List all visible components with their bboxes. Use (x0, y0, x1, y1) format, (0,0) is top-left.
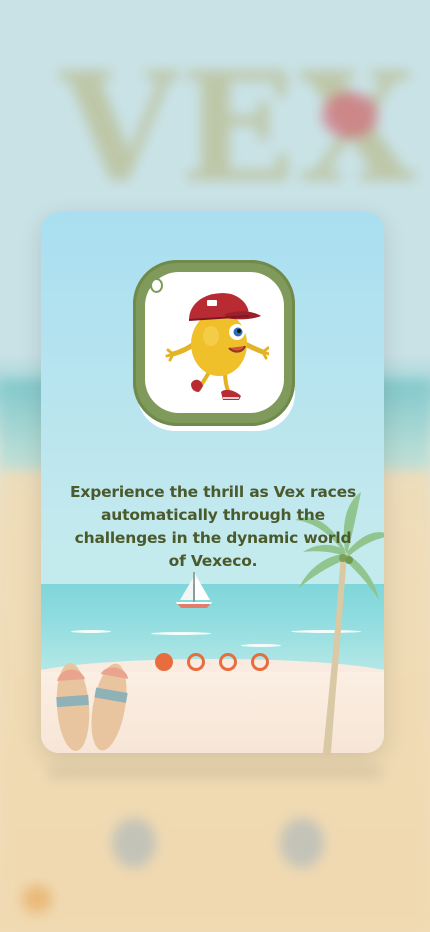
background-spot (22, 885, 52, 913)
page-dot-4[interactable] (251, 653, 269, 671)
logo-highlight (150, 278, 163, 293)
sailboat-icon (176, 572, 212, 608)
wave-foam (71, 630, 111, 633)
onboarding-description: Experience the thrill as Vex races autom… (70, 483, 356, 570)
page-dot-3[interactable] (219, 653, 237, 671)
wave-foam (151, 632, 211, 635)
page-dot-1[interactable] (155, 653, 173, 671)
page-indicator (155, 653, 269, 671)
vex-character-icon (165, 293, 269, 400)
background-button-left (112, 818, 156, 868)
background-hat (322, 92, 378, 138)
background-line (48, 768, 383, 778)
onboarding-card: Experience the thrill as Vex races autom… (41, 212, 384, 753)
background-button-right (280, 818, 324, 868)
wave-foam (241, 644, 281, 647)
page-dot-2[interactable] (187, 653, 205, 671)
surfboards-icon (56, 663, 129, 751)
